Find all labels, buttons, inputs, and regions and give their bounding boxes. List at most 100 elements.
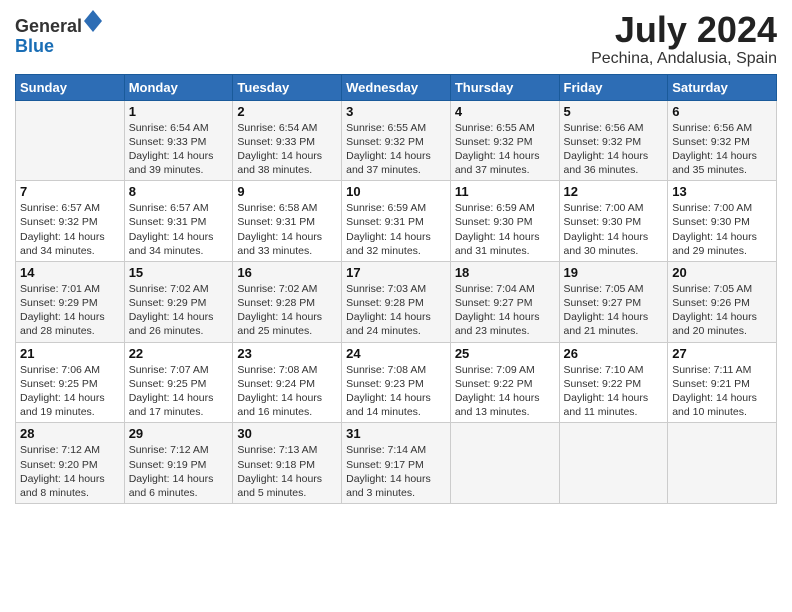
cell-info: Sunrise: 6:57 AMSunset: 9:32 PMDaylight:… xyxy=(20,201,120,258)
cell-info: Sunrise: 7:11 AMSunset: 9:21 PMDaylight:… xyxy=(672,363,772,420)
date-number: 8 xyxy=(129,184,229,199)
logo-text-block: General Blue xyxy=(15,10,102,57)
weekday-header-thursday: Thursday xyxy=(450,74,559,100)
calendar-cell: 19 Sunrise: 7:05 AMSunset: 9:27 PMDayligh… xyxy=(559,261,668,342)
cell-info: Sunrise: 7:13 AMSunset: 9:18 PMDaylight:… xyxy=(237,443,337,500)
date-number: 5 xyxy=(564,104,664,119)
cell-info: Sunrise: 7:00 AMSunset: 9:30 PMDaylight:… xyxy=(672,201,772,258)
calendar-cell: 18Sunrise: 7:04 AMSunset: 9:27 PMDayligh… xyxy=(450,261,559,342)
calendar-cell: 7 Sunrise: 6:57 AMSunset: 9:32 PMDaylight… xyxy=(16,181,125,262)
weekday-header-row: SundayMondayTuesdayWednesdayThursdayFrid… xyxy=(16,74,777,100)
cell-info: Sunrise: 7:06 AMSunset: 9:25 PMDaylight:… xyxy=(20,363,120,420)
calendar-cell: 17 Sunrise: 7:03 AMSunset: 9:28 PMDayligh… xyxy=(342,261,451,342)
cell-info: Sunrise: 7:07 AMSunset: 9:25 PMDaylight:… xyxy=(129,363,229,420)
calendar-cell: 13 Sunrise: 7:00 AMSunset: 9:30 PMDayligh… xyxy=(668,181,777,262)
calendar-cell: 2Sunrise: 6:54 AMSunset: 9:33 PMDaylight… xyxy=(233,100,342,181)
calendar-cell: 25 Sunrise: 7:09 AMSunset: 9:22 PMDayligh… xyxy=(450,342,559,423)
calendar-cell: 10 Sunrise: 6:59 AMSunset: 9:31 PMDayligh… xyxy=(342,181,451,262)
calendar-cell: 11 Sunrise: 6:59 AMSunset: 9:30 PMDayligh… xyxy=(450,181,559,262)
logo-line2: Blue xyxy=(15,37,102,57)
logo-line1: General xyxy=(15,10,102,37)
calendar-cell: 24Sunrise: 7:08 AMSunset: 9:23 PMDayligh… xyxy=(342,342,451,423)
weekday-header-sunday: Sunday xyxy=(16,74,125,100)
weekday-header-monday: Monday xyxy=(124,74,233,100)
calendar-cell: 29Sunrise: 7:12 AMSunset: 9:19 PMDayligh… xyxy=(124,423,233,504)
date-number: 6 xyxy=(672,104,772,119)
date-number: 31 xyxy=(346,426,446,441)
weekday-header-wednesday: Wednesday xyxy=(342,74,451,100)
cell-info: Sunrise: 7:12 AMSunset: 9:19 PMDaylight:… xyxy=(129,443,229,500)
calendar-cell: 16 Sunrise: 7:02 AMSunset: 9:28 PMDayligh… xyxy=(233,261,342,342)
date-number: 11 xyxy=(455,184,555,199)
calendar-cell: 28Sunrise: 7:12 AMSunset: 9:20 PMDayligh… xyxy=(16,423,125,504)
date-number: 12 xyxy=(564,184,664,199)
calendar-cell: 14 Sunrise: 7:01 AMSunset: 9:29 PMDayligh… xyxy=(16,261,125,342)
logo-icon xyxy=(84,10,102,32)
cell-info: Sunrise: 7:12 AMSunset: 9:20 PMDaylight:… xyxy=(20,443,120,500)
week-row-5: 28Sunrise: 7:12 AMSunset: 9:20 PMDayligh… xyxy=(16,423,777,504)
date-number: 16 xyxy=(237,265,337,280)
cell-info: Sunrise: 7:01 AMSunset: 9:29 PMDaylight:… xyxy=(20,282,120,339)
logo-blue: Blue xyxy=(15,36,54,56)
logo-general: General xyxy=(15,16,82,36)
week-row-2: 7 Sunrise: 6:57 AMSunset: 9:32 PMDaylight… xyxy=(16,181,777,262)
calendar-cell: 27 Sunrise: 7:11 AMSunset: 9:21 PMDayligh… xyxy=(668,342,777,423)
cell-info: Sunrise: 6:56 AMSunset: 9:32 PMDaylight:… xyxy=(564,121,664,178)
month-title: July 2024 xyxy=(591,10,777,50)
page-container: General Blue July 2024 Pechina, Andalusi… xyxy=(0,0,792,514)
week-row-1: 1Sunrise: 6:54 AMSunset: 9:33 PMDaylight… xyxy=(16,100,777,181)
cell-info: Sunrise: 7:05 AMSunset: 9:27 PMDaylight:… xyxy=(564,282,664,339)
cell-info: Sunrise: 6:59 AMSunset: 9:30 PMDaylight:… xyxy=(455,201,555,258)
date-number: 7 xyxy=(20,184,120,199)
cell-info: Sunrise: 7:08 AMSunset: 9:24 PMDaylight:… xyxy=(237,363,337,420)
calendar-cell: 6 Sunrise: 6:56 AMSunset: 9:32 PMDaylight… xyxy=(668,100,777,181)
date-number: 13 xyxy=(672,184,772,199)
cell-info: Sunrise: 7:14 AMSunset: 9:17 PMDaylight:… xyxy=(346,443,446,500)
cell-info: Sunrise: 6:59 AMSunset: 9:31 PMDaylight:… xyxy=(346,201,446,258)
date-number: 30 xyxy=(237,426,337,441)
date-number: 25 xyxy=(455,346,555,361)
calendar-cell xyxy=(450,423,559,504)
date-number: 4 xyxy=(455,104,555,119)
calendar-cell xyxy=(559,423,668,504)
date-number: 27 xyxy=(672,346,772,361)
date-number: 15 xyxy=(129,265,229,280)
logo: General Blue xyxy=(15,10,102,57)
date-number: 17 xyxy=(346,265,446,280)
calendar-cell: 20Sunrise: 7:05 AMSunset: 9:26 PMDayligh… xyxy=(668,261,777,342)
cell-info: Sunrise: 6:55 AMSunset: 9:32 PMDaylight:… xyxy=(455,121,555,178)
weekday-header-tuesday: Tuesday xyxy=(233,74,342,100)
cell-info: Sunrise: 6:54 AMSunset: 9:33 PMDaylight:… xyxy=(237,121,337,178)
date-number: 20 xyxy=(672,265,772,280)
cell-info: Sunrise: 6:56 AMSunset: 9:32 PMDaylight:… xyxy=(672,121,772,178)
calendar-cell: 3Sunrise: 6:55 AMSunset: 9:32 PMDaylight… xyxy=(342,100,451,181)
calendar-cell: 15Sunrise: 7:02 AMSunset: 9:29 PMDayligh… xyxy=(124,261,233,342)
cell-info: Sunrise: 6:55 AMSunset: 9:32 PMDaylight:… xyxy=(346,121,446,178)
calendar-cell: 1Sunrise: 6:54 AMSunset: 9:33 PMDaylight… xyxy=(124,100,233,181)
calendar-cell: 21Sunrise: 7:06 AMSunset: 9:25 PMDayligh… xyxy=(16,342,125,423)
calendar-cell: 31 Sunrise: 7:14 AMSunset: 9:17 PMDayligh… xyxy=(342,423,451,504)
date-number: 14 xyxy=(20,265,120,280)
calendar-cell: 5 Sunrise: 6:56 AMSunset: 9:32 PMDaylight… xyxy=(559,100,668,181)
cell-info: Sunrise: 7:00 AMSunset: 9:30 PMDaylight:… xyxy=(564,201,664,258)
cell-info: Sunrise: 7:08 AMSunset: 9:23 PMDaylight:… xyxy=(346,363,446,420)
location-title: Pechina, Andalusia, Spain xyxy=(591,50,777,68)
cell-info: Sunrise: 7:09 AMSunset: 9:22 PMDaylight:… xyxy=(455,363,555,420)
cell-info: Sunrise: 6:58 AMSunset: 9:31 PMDaylight:… xyxy=(237,201,337,258)
calendar-cell: 22Sunrise: 7:07 AMSunset: 9:25 PMDayligh… xyxy=(124,342,233,423)
title-block: July 2024 Pechina, Andalusia, Spain xyxy=(591,10,777,68)
calendar-cell xyxy=(668,423,777,504)
week-row-4: 21Sunrise: 7:06 AMSunset: 9:25 PMDayligh… xyxy=(16,342,777,423)
date-number: 19 xyxy=(564,265,664,280)
calendar-cell: 23Sunrise: 7:08 AMSunset: 9:24 PMDayligh… xyxy=(233,342,342,423)
date-number: 10 xyxy=(346,184,446,199)
cell-info: Sunrise: 6:54 AMSunset: 9:33 PMDaylight:… xyxy=(129,121,229,178)
calendar-cell xyxy=(16,100,125,181)
cell-info: Sunrise: 7:02 AMSunset: 9:28 PMDaylight:… xyxy=(237,282,337,339)
calendar-cell: 26Sunrise: 7:10 AMSunset: 9:22 PMDayligh… xyxy=(559,342,668,423)
cell-info: Sunrise: 7:03 AMSunset: 9:28 PMDaylight:… xyxy=(346,282,446,339)
calendar-cell: 30 Sunrise: 7:13 AMSunset: 9:18 PMDayligh… xyxy=(233,423,342,504)
cell-info: Sunrise: 6:57 AMSunset: 9:31 PMDaylight:… xyxy=(129,201,229,258)
calendar-table: SundayMondayTuesdayWednesdayThursdayFrid… xyxy=(15,74,777,504)
week-row-3: 14 Sunrise: 7:01 AMSunset: 9:29 PMDayligh… xyxy=(16,261,777,342)
